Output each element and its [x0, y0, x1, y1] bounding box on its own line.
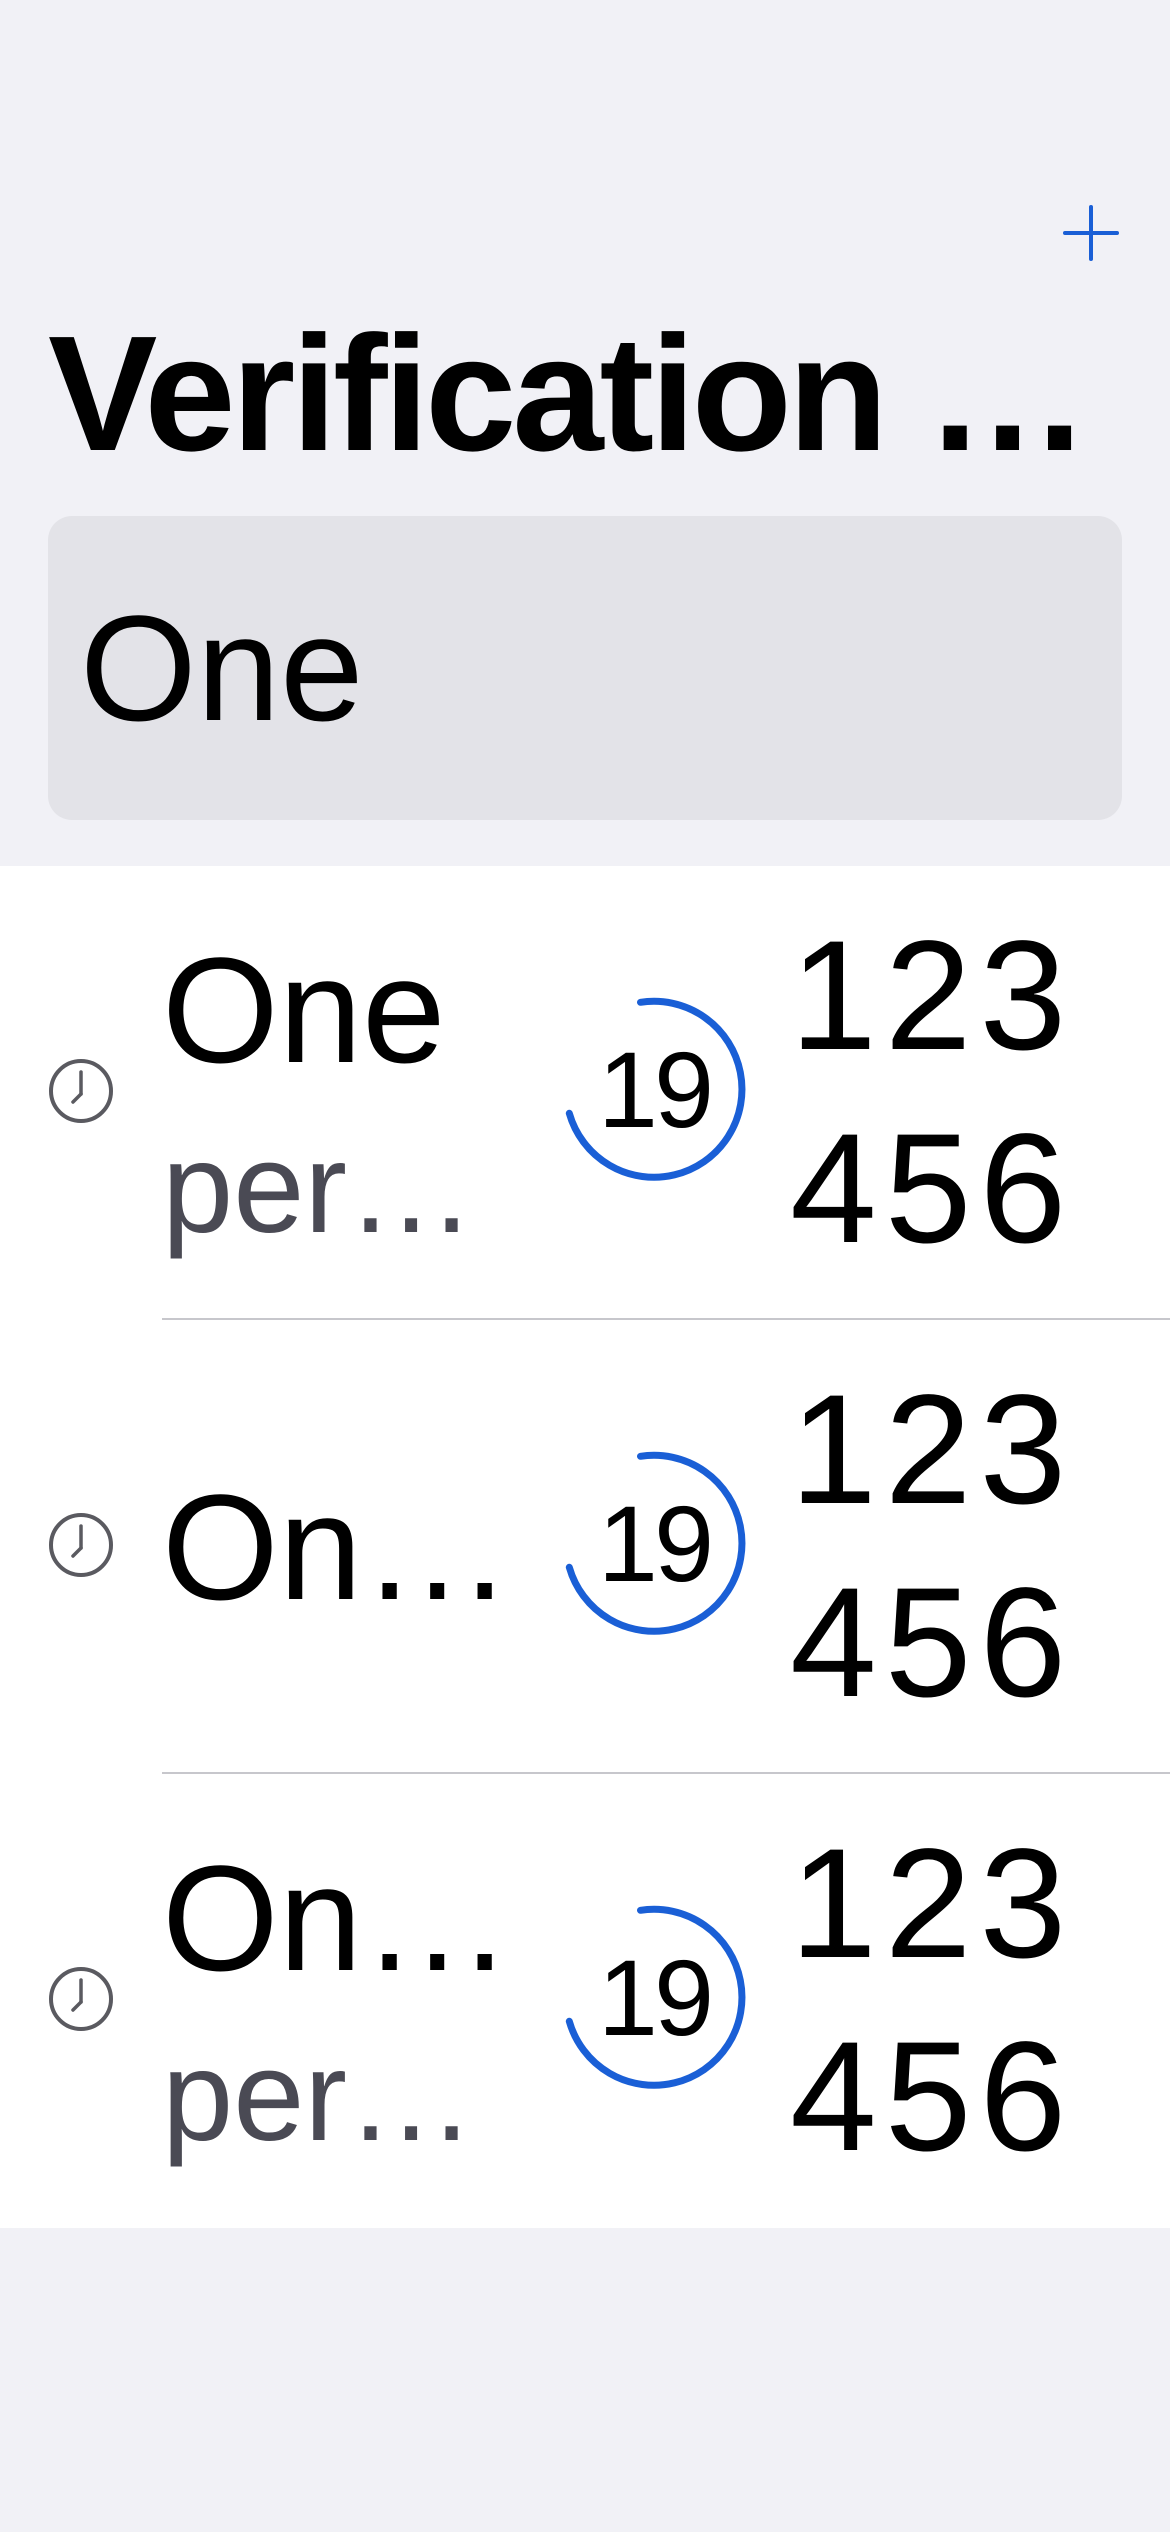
countdown-value: 19: [597, 1483, 714, 1604]
code-first-half: 123: [790, 908, 1075, 1083]
plus-icon: [1063, 205, 1119, 261]
verification-code[interactable]: 123 456: [790, 1774, 1150, 2228]
code-first-half: 123: [790, 1362, 1075, 1537]
list-item[interactable]: One personal 19 123 456: [0, 866, 1170, 1320]
verification-code[interactable]: 123 456: [790, 1320, 1150, 1774]
entry-title: One Account: [162, 1833, 532, 2002]
clock-icon: [49, 1967, 113, 2031]
entry-title: One: [162, 925, 446, 1094]
countdown-timer: 19: [554, 1898, 754, 2098]
verification-code[interactable]: 123 456: [790, 866, 1150, 1320]
countdown-timer: 19: [554, 990, 754, 1190]
entry-text: One personal: [162, 866, 532, 1320]
list-item[interactable]: One Account personal 19 123 456: [0, 1774, 1170, 2228]
code-second-half: 456: [790, 1556, 1075, 1730]
countdown-timer: 19: [554, 1444, 754, 1644]
code-second-half: 456: [790, 2010, 1075, 2184]
clock-icon: [49, 1059, 113, 1123]
entry-text: One Password: [162, 1320, 532, 1774]
countdown-value: 19: [597, 1937, 714, 2058]
codes-list: One personal 19 123 456 One Password: [0, 866, 1170, 2228]
clock-icon: [49, 1513, 113, 1577]
entry-subtitle: personal: [162, 2024, 532, 2168]
list-item[interactable]: One Password 19 123 456: [0, 1320, 1170, 1774]
entry-subtitle: personal: [162, 1116, 532, 1260]
code-second-half: 456: [790, 1102, 1075, 1276]
entry-title: One Password: [162, 1463, 532, 1631]
code-first-half: 123: [790, 1816, 1075, 1991]
page-title: Verification Codes: [48, 312, 1122, 476]
countdown-value: 19: [597, 1029, 714, 1150]
add-button[interactable]: [1054, 196, 1128, 270]
search-field[interactable]: One: [48, 516, 1122, 820]
entry-text: One Account personal: [162, 1774, 532, 2228]
search-input-value[interactable]: One: [80, 593, 364, 743]
